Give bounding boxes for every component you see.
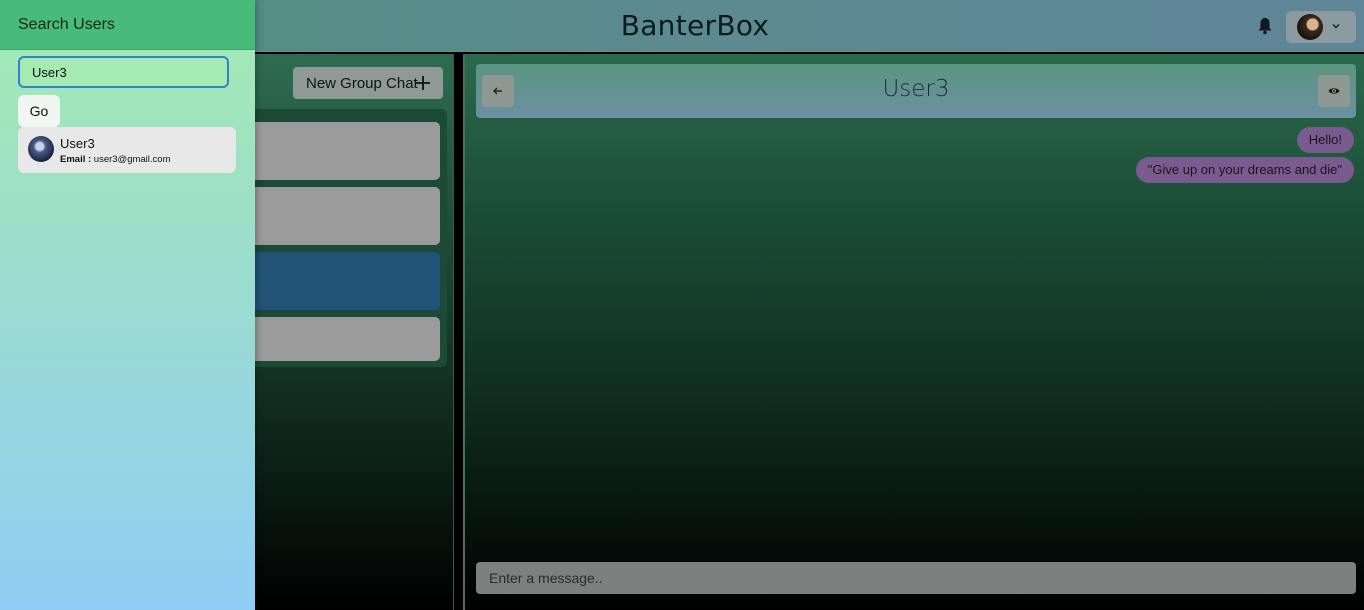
view-profile-button[interactable] [1318,75,1350,107]
new-group-chat-label: New Group Chat [306,74,418,92]
chat-header: User3 [476,64,1356,118]
email-label: Email : [60,154,92,165]
chat-box: User3 Hello! "Give up on your dreams and… [463,54,1364,610]
result-name: User3 [60,136,95,151]
chevron-down-icon [1332,23,1340,29]
bell-icon[interactable] [1257,17,1273,35]
search-drawer: Search Users Go User3 Email : user3@gmai… [0,0,255,610]
drawer-title: Search Users [18,16,115,33]
search-input[interactable] [18,56,229,88]
plus-icon [416,76,430,90]
email-value: user3@gmail.com [93,154,171,165]
new-group-chat-button[interactable]: New Group Chat [293,67,443,99]
chat-title: User3 [882,76,950,102]
avatar [28,136,54,162]
message-bubble: "Give up on your dreams and die" [1135,157,1354,183]
go-button[interactable]: Go [18,95,60,127]
eye-icon [1328,88,1340,94]
message-input[interactable] [476,562,1356,594]
avatar [1297,14,1323,40]
search-result-item[interactable]: User3 Email : user3@gmail.com [18,127,236,173]
message-bubble: Hello! [1296,127,1354,153]
drawer-header: Search Users [0,0,255,50]
profile-menu-button[interactable] [1286,11,1356,43]
result-email: Email : user3@gmail.com [60,154,171,165]
